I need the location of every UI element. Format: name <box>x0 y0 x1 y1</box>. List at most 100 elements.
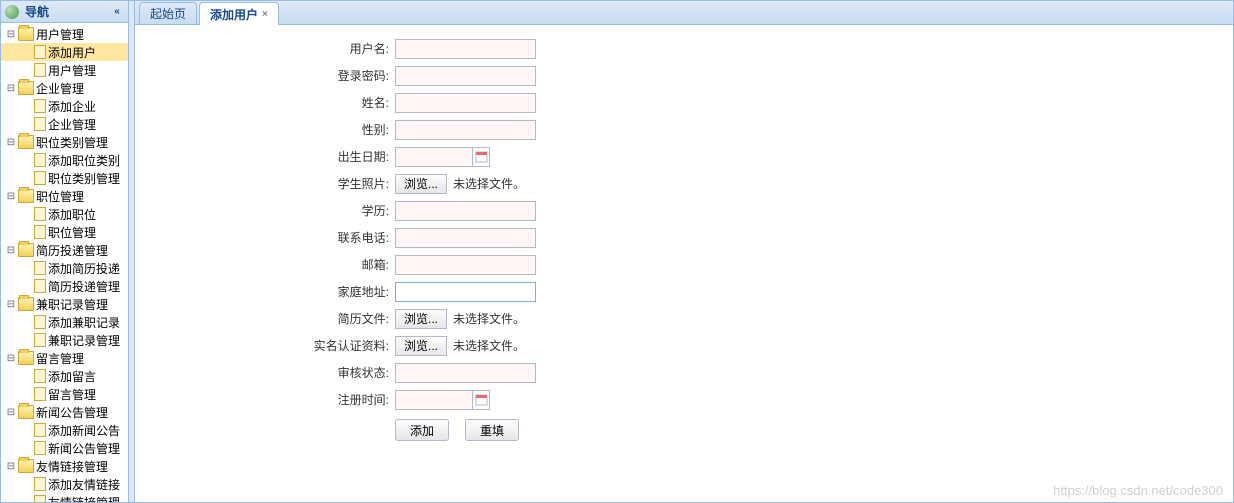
tree-group-label: 企业管理 <box>36 80 84 97</box>
input-phone[interactable] <box>395 228 536 248</box>
tree-item[interactable]: 添加新闻公告 <box>1 421 128 439</box>
file-icon <box>34 171 46 185</box>
tree-item[interactable]: 职位管理 <box>1 223 128 241</box>
tree-item-label: 职位管理 <box>48 224 96 241</box>
file-status-realname: 未选择文件。 <box>453 337 525 354</box>
tree-item[interactable]: 添加友情链接 <box>1 475 128 493</box>
tree-group-label: 兼职记录管理 <box>36 296 108 313</box>
expand-toggle-icon[interactable] <box>5 352 17 364</box>
tree-group[interactable]: 用户管理 <box>1 25 128 43</box>
file-icon <box>34 225 46 239</box>
tree-group-label: 简历投递管理 <box>36 242 108 259</box>
tree-group-label: 友情链接管理 <box>36 458 108 475</box>
label-realname-doc: 实名认证资料: <box>135 337 395 354</box>
tree-item[interactable]: 友情链接管理 <box>1 493 128 502</box>
file-icon <box>34 99 46 113</box>
expand-toggle-icon[interactable] <box>5 460 17 472</box>
tree-group-label: 职位管理 <box>36 188 84 205</box>
calendar-icon[interactable] <box>473 147 490 167</box>
tree-item[interactable]: 添加职位类别 <box>1 151 128 169</box>
tree-item-label: 用户管理 <box>48 62 96 79</box>
add-button[interactable]: 添加 <box>395 419 449 441</box>
file-icon <box>34 441 46 455</box>
tree-item[interactable]: 兼职记录管理 <box>1 331 128 349</box>
file-icon <box>34 63 46 77</box>
tree-group[interactable]: 兼职记录管理 <box>1 295 128 313</box>
calendar-icon[interactable] <box>473 390 490 410</box>
input-address[interactable] <box>395 282 536 302</box>
tab[interactable]: 起始页 <box>139 2 197 24</box>
browse-button-resume[interactable]: 浏览... <box>395 309 447 329</box>
tree-item[interactable]: 添加兼职记录 <box>1 313 128 331</box>
file-icon <box>34 45 46 59</box>
label-phone: 联系电话: <box>135 229 395 246</box>
tree-item-label: 企业管理 <box>48 116 96 133</box>
folder-icon <box>18 135 34 149</box>
tree-item[interactable]: 添加职位 <box>1 205 128 223</box>
tree-item-label: 添加职位类别 <box>48 152 120 169</box>
input-audit-status[interactable] <box>395 363 536 383</box>
tree-item-label: 友情链接管理 <box>48 494 120 503</box>
tree-item[interactable]: 职位类别管理 <box>1 169 128 187</box>
tab-label: 起始页 <box>150 5 186 22</box>
form-panel: 用户名: 登录密码: 姓名: 性别: 出生日期: 学生照片: 浏览... <box>135 25 1233 502</box>
tree-item[interactable]: 留言管理 <box>1 385 128 403</box>
tree-item[interactable]: 添加企业 <box>1 97 128 115</box>
tab[interactable]: 添加用户× <box>199 2 279 25</box>
file-icon <box>34 333 46 347</box>
input-register-time[interactable] <box>395 390 473 410</box>
tree-item-label: 简历投递管理 <box>48 278 120 295</box>
expand-toggle-icon[interactable] <box>5 136 17 148</box>
label-education: 学历: <box>135 202 395 219</box>
browse-button-photo[interactable]: 浏览... <box>395 174 447 194</box>
expand-toggle-icon[interactable] <box>5 406 17 418</box>
tree-item-label: 职位类别管理 <box>48 170 120 187</box>
tree-group[interactable]: 企业管理 <box>1 79 128 97</box>
expand-toggle-icon[interactable] <box>5 82 17 94</box>
tree-group[interactable]: 职位类别管理 <box>1 133 128 151</box>
file-icon <box>34 387 46 401</box>
tree-item-label: 添加职位 <box>48 206 96 223</box>
input-birthdate[interactable] <box>395 147 473 167</box>
tree-item[interactable]: 添加简历投递 <box>1 259 128 277</box>
tree-group[interactable]: 职位管理 <box>1 187 128 205</box>
input-email[interactable] <box>395 255 536 275</box>
tree-item-label: 添加用户 <box>48 44 96 61</box>
tree-item[interactable]: 简历投递管理 <box>1 277 128 295</box>
expand-toggle-icon[interactable] <box>5 28 17 40</box>
expand-toggle-icon[interactable] <box>5 298 17 310</box>
tab-strip: 起始页添加用户× <box>135 1 1233 25</box>
tree-item-label: 添加简历投递 <box>48 260 120 277</box>
folder-icon <box>18 81 34 95</box>
tree-group[interactable]: 新闻公告管理 <box>1 403 128 421</box>
tree-group[interactable]: 留言管理 <box>1 349 128 367</box>
tree-group[interactable]: 友情链接管理 <box>1 457 128 475</box>
tree-item[interactable]: 新闻公告管理 <box>1 439 128 457</box>
folder-icon <box>18 27 34 41</box>
label-register-time: 注册时间: <box>135 391 395 408</box>
sidebar-header: 导航 « <box>1 1 128 23</box>
browse-button-realname[interactable]: 浏览... <box>395 336 447 356</box>
reset-button[interactable]: 重填 <box>465 419 519 441</box>
tree-item[interactable]: 添加用户 <box>1 43 128 61</box>
tree-item[interactable]: 添加留言 <box>1 367 128 385</box>
input-password[interactable] <box>395 66 536 86</box>
expand-toggle-icon[interactable] <box>5 244 17 256</box>
input-username[interactable] <box>395 39 536 59</box>
input-gender[interactable] <box>395 120 536 140</box>
tree-group-label: 职位类别管理 <box>36 134 108 151</box>
file-icon <box>34 423 46 437</box>
tree-item[interactable]: 用户管理 <box>1 61 128 79</box>
file-icon <box>34 279 46 293</box>
input-name[interactable] <box>395 93 536 113</box>
label-birthdate: 出生日期: <box>135 148 395 165</box>
tree-item-label: 留言管理 <box>48 386 96 403</box>
close-icon[interactable]: × <box>262 9 268 20</box>
expand-toggle-icon[interactable] <box>5 190 17 202</box>
file-icon <box>34 117 46 131</box>
content-area: 起始页添加用户× 用户名: 登录密码: 姓名: 性别: 出生日期: <box>135 1 1233 502</box>
input-education[interactable] <box>395 201 536 221</box>
tree-group[interactable]: 简历投递管理 <box>1 241 128 259</box>
tree-item[interactable]: 企业管理 <box>1 115 128 133</box>
collapse-icon[interactable]: « <box>110 5 124 19</box>
